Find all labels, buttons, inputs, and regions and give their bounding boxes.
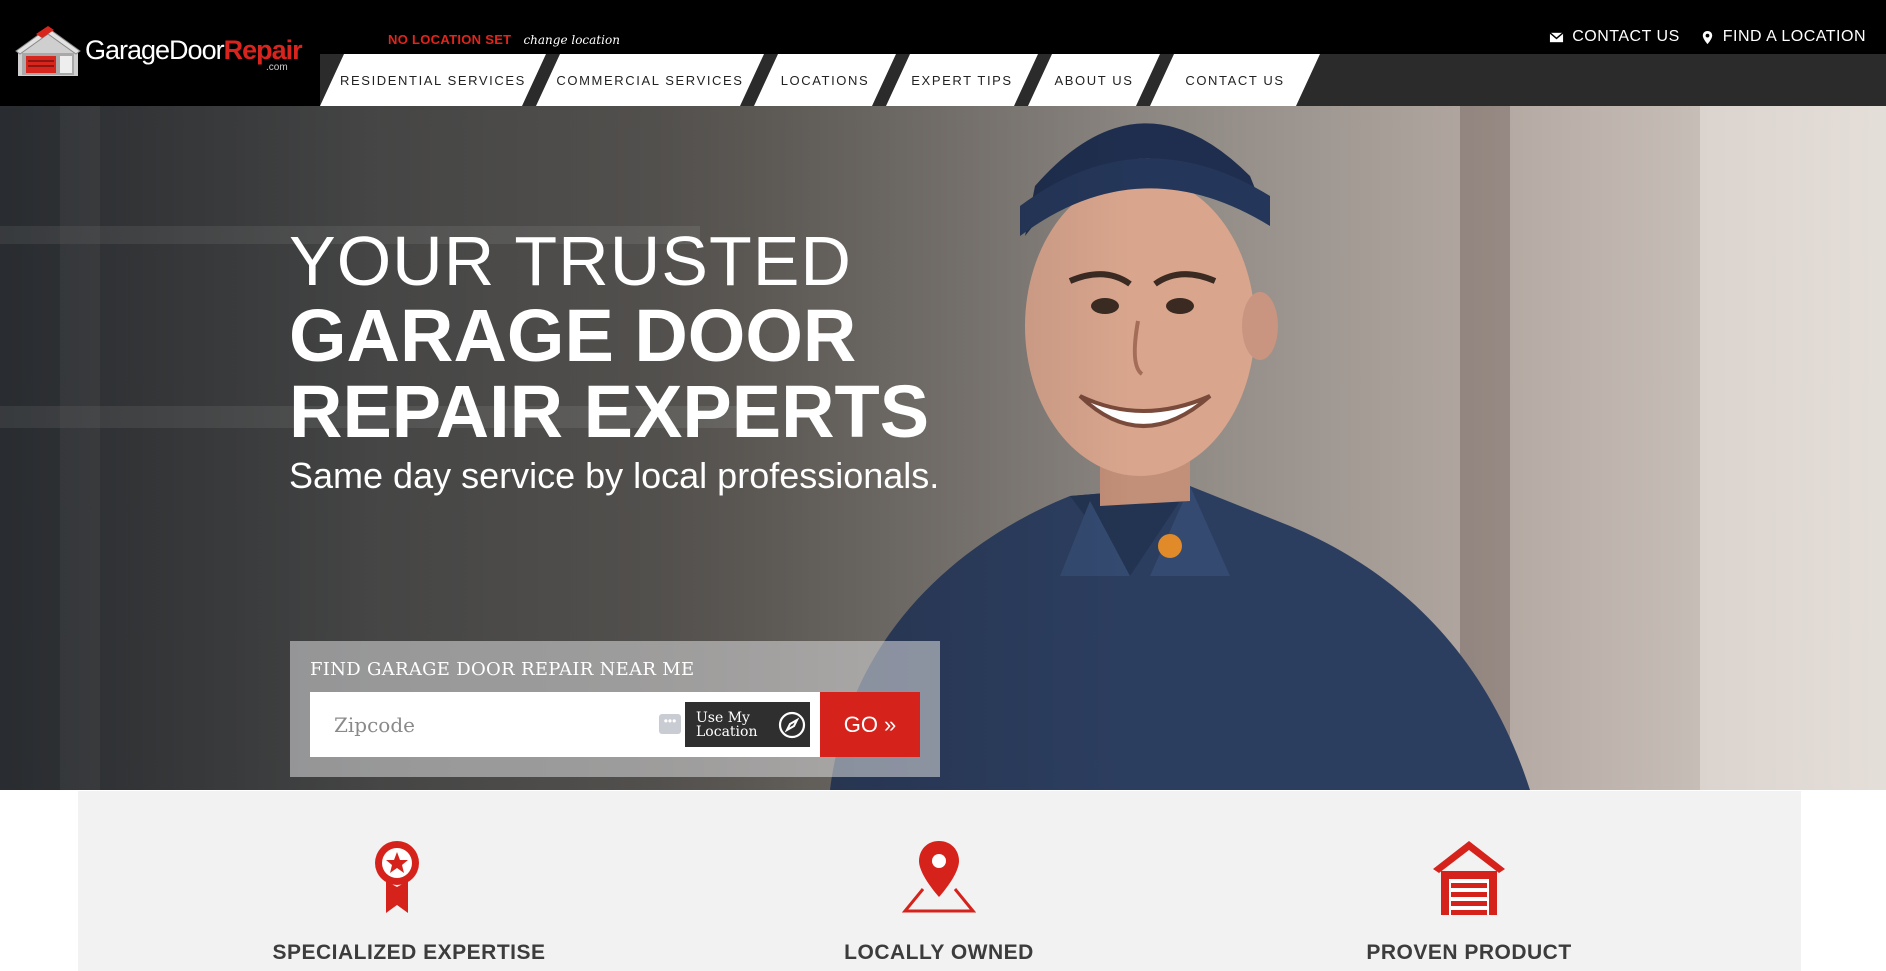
location-finder: FIND GARAGE DOOR REPAIR NEAR ME ••• Use …	[290, 641, 940, 777]
nav-label: CONTACT US	[1185, 72, 1285, 88]
location-bar: NO LOCATION SET change location	[388, 32, 620, 47]
hero-banner: YOUR TRUSTED GARAGE DOOR REPAIR EXPERTS …	[0, 106, 1886, 790]
site-header: GarageDoorRepair .com NO LOCATION SET ch…	[0, 0, 1886, 106]
nav-about-us[interactable]: ABOUT US	[1028, 54, 1160, 106]
location-status: NO LOCATION SET	[388, 32, 512, 47]
hero-headline: YOUR TRUSTED GARAGE DOOR REPAIR EXPERTS …	[289, 224, 939, 498]
use-location-label-1: Use My	[696, 709, 750, 726]
feature-proven-product: PROVEN PRODUCT	[1319, 839, 1619, 965]
nav-label: RESIDENTIAL SERVICES	[340, 72, 526, 88]
nav-contact-us[interactable]: CONTACT US	[1150, 54, 1320, 106]
feature-specialized-expertise: SPECIALIZED EXPERTISE	[259, 839, 559, 965]
nav-expert-tips[interactable]: EXPERT TIPS	[886, 54, 1038, 106]
logo[interactable]: GarageDoorRepair .com	[14, 24, 303, 80]
nav-label: EXPERT TIPS	[911, 72, 1013, 88]
map-marker-icon	[901, 841, 977, 913]
hero-headline-light: YOUR TRUSTED	[289, 222, 852, 300]
nav-residential-services[interactable]: RESIDENTIAL SERVICES	[320, 54, 546, 106]
map-pin-icon	[1702, 30, 1712, 44]
change-location-link[interactable]: change location	[523, 33, 619, 47]
utility-contact-us-link[interactable]: CONTACT US	[1549, 28, 1680, 46]
garage-house-logo-icon	[15, 26, 81, 76]
autofill-dots-icon[interactable]: •••	[659, 714, 681, 734]
logo-dotcom: .com	[266, 62, 288, 73]
nav-commercial-services[interactable]: COMMERCIAL SERVICES	[536, 54, 764, 106]
hero-subheading: Same day service by local professionals.	[289, 455, 940, 496]
use-my-location-button[interactable]: Use My Location	[685, 702, 810, 747]
feature-title: PROVEN PRODUCT	[1366, 941, 1572, 964]
nav-label: COMMERCIAL SERVICES	[556, 72, 744, 88]
logo-text-garagedoor: GarageDoor	[85, 34, 225, 65]
feature-title: SPECIALIZED EXPERTISE	[272, 941, 546, 964]
hero-headline-bold-1: GARAGE DOOR	[289, 294, 857, 377]
envelope-icon	[1549, 31, 1564, 42]
zipcode-field-wrapper: ••• Use My Location	[310, 692, 820, 757]
garage-icon	[1433, 841, 1505, 915]
hero-overlay	[0, 106, 1886, 790]
zipcode-input[interactable]	[310, 692, 650, 757]
feature-title: LOCALLY OWNED	[844, 941, 1034, 964]
feature-locally-owned: LOCALLY OWNED	[789, 839, 1089, 965]
utility-nav: CONTACT US FIND A LOCATION	[1549, 28, 1866, 46]
nav-label: ABOUT US	[1054, 72, 1134, 88]
logo-text-repair: Repair	[223, 34, 303, 65]
features-section: SPECIALIZED EXPERTISE LOCALLY OWNED PROV…	[78, 791, 1801, 971]
nav-locations[interactable]: LOCATIONS	[754, 54, 896, 106]
hero-headline-bold-2: REPAIR EXPERTS	[289, 370, 930, 453]
compass-icon	[778, 711, 806, 738]
go-button[interactable]: GO »	[820, 692, 920, 757]
utility-find-location-link[interactable]: FIND A LOCATION	[1700, 28, 1866, 46]
main-nav: RESIDENTIAL SERVICES COMMERCIAL SERVICES…	[320, 54, 1310, 106]
nav-label: LOCATIONS	[780, 72, 870, 88]
utility-contact-us-label: CONTACT US	[1572, 28, 1680, 45]
utility-find-location-label: FIND A LOCATION	[1722, 28, 1866, 45]
finder-row: ••• Use My Location GO »	[310, 692, 920, 757]
finder-title: FIND GARAGE DOOR REPAIR NEAR ME	[310, 659, 695, 680]
use-location-label-2: Location	[696, 723, 758, 740]
award-ribbon-icon	[375, 841, 419, 913]
